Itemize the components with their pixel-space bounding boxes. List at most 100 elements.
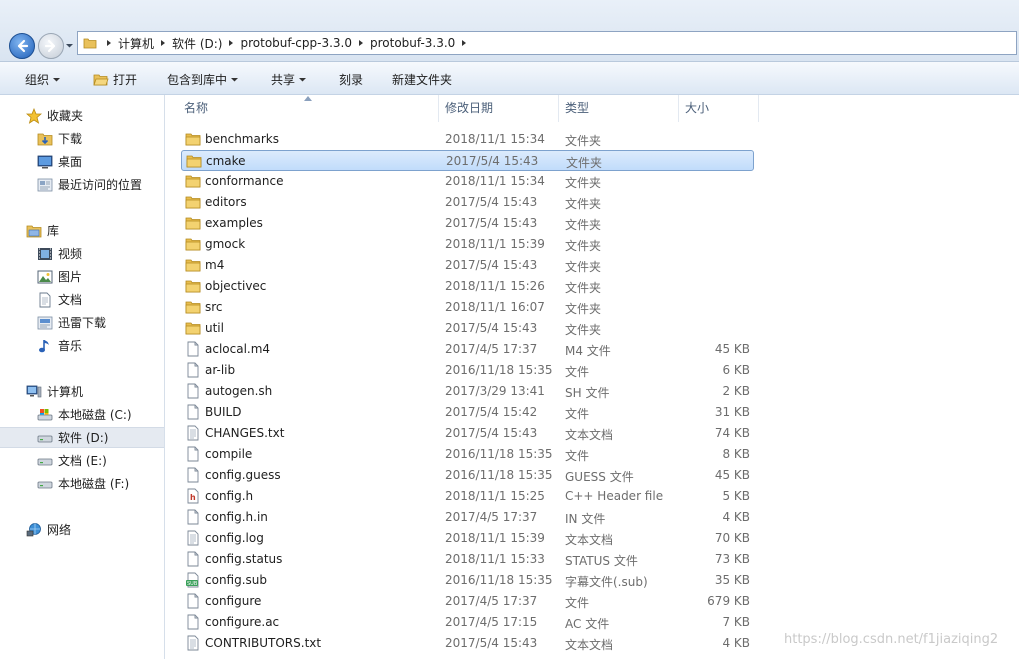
file-size: 35 KB <box>714 573 750 587</box>
breadcrumb-protobuf-cpp[interactable]: protobuf-cpp-3.3.0 <box>240 36 352 50</box>
address-field[interactable]: 计算机 软件 (D:) protobuf-cpp-3.3.0 protobuf-… <box>77 31 1017 55</box>
open-label: 打开 <box>113 73 138 87</box>
folder-row[interactable]: src 2018/11/1 16:07 文件夹 <box>181 297 754 318</box>
folder-icon <box>185 259 201 272</box>
command-bar: 组织 打开 包含到库中 共享 刻录 新建文件夹 <box>0 62 1019 95</box>
file-row[interactable]: config.h.in 2017/4/5 17:37 IN 文件 4 KB <box>181 507 754 528</box>
breadcrumb-protobuf[interactable]: protobuf-3.3.0 <box>370 36 455 50</box>
folder-row[interactable]: conformance 2018/11/1 15:34 文件夹 <box>181 171 754 192</box>
file-date: 2017/5/4 15:43 <box>445 258 538 272</box>
share-button[interactable]: 共享 <box>271 71 307 88</box>
folder-row[interactable]: examples 2017/5/4 15:43 文件夹 <box>181 213 754 234</box>
file-row[interactable]: CHANGES.txt 2017/5/4 15:43 文本文档 74 KB <box>181 423 754 444</box>
nav-computer[interactable]: 计算机 <box>0 381 190 402</box>
folder-row[interactable]: gmock 2018/11/1 15:39 文件夹 <box>181 234 754 255</box>
burn-button[interactable]: 刻录 <box>339 71 363 88</box>
file-row[interactable]: ar-lib 2016/11/18 15:35 文件 6 KB <box>181 360 754 381</box>
file-date: 2018/11/1 15:34 <box>445 132 545 146</box>
folder-icon <box>185 217 201 230</box>
file-type: 字幕文件(.sub) <box>565 575 648 589</box>
computer-icon <box>26 385 42 397</box>
file-list: 名称 修改日期 类型 大小 benchmarks 2018/11/1 15:34 文… <box>166 95 1019 659</box>
file-icon <box>187 383 199 399</box>
folder-row[interactable]: objectivec 2018/11/1 15:26 文件夹 <box>181 276 754 297</box>
drive-icon <box>37 458 53 465</box>
back-button[interactable] <box>9 33 35 59</box>
chevron-right-icon[interactable] <box>104 38 114 48</box>
open-button[interactable]: 打开 <box>93 71 137 88</box>
file-row[interactable]: aclocal.m4 2017/4/5 17:37 M4 文件 45 KB <box>181 339 754 360</box>
file-row[interactable]: config.status 2018/11/1 15:33 STATUS 文件 73 … <box>181 549 754 570</box>
share-label: 共享 <box>271 73 296 87</box>
folder-row[interactable]: benchmarks 2018/11/1 15:34 文件夹 <box>181 129 754 150</box>
folder-icon <box>83 38 97 49</box>
nav-drive-f-label: 本地磁盘 (F:) <box>58 477 130 491</box>
file-row[interactable]: compile 2016/11/18 15:35 文件 8 KB <box>181 444 754 465</box>
organize-button[interactable]: 组织 <box>25 71 61 88</box>
column-name[interactable]: 名称 <box>178 95 439 122</box>
thunder-download-icon <box>37 316 53 329</box>
folder-icon <box>185 133 201 146</box>
file-row[interactable]: configure.ac 2017/4/5 17:15 AC 文件 7 KB <box>181 612 754 633</box>
chevron-right-icon[interactable] <box>356 38 366 48</box>
folder-row[interactable]: util 2017/5/4 15:43 文件夹 <box>181 318 754 339</box>
nav-thunder-label: 迅雷下载 <box>58 316 107 330</box>
nav-favorites[interactable]: 收藏夹 <box>0 105 190 126</box>
file-row[interactable]: config.log 2018/11/1 15:39 文本文档 70 KB <box>181 528 754 549</box>
nav-desktop-label: 桌面 <box>58 155 83 169</box>
file-name: config.status <box>205 552 283 566</box>
chevron-right-icon[interactable] <box>459 38 469 48</box>
file-row[interactable]: autogen.sh 2017/3/29 13:41 SH 文件 2 KB <box>181 381 754 402</box>
folder-icon <box>185 238 201 251</box>
file-type: 文件夹 <box>565 260 602 274</box>
column-date-modified[interactable]: 修改日期 <box>439 95 559 122</box>
file-date: 2018/11/1 16:07 <box>445 300 545 314</box>
column-size[interactable]: 大小 <box>679 95 759 122</box>
folder-row[interactable]: editors 2017/5/4 15:43 文件夹 <box>181 192 754 213</box>
file-name: objectivec <box>205 279 267 293</box>
nav-drive-c-label: 本地磁盘 (C:) <box>58 408 132 422</box>
nav-music-label: 音乐 <box>58 339 83 353</box>
include-in-library-button[interactable]: 包含到库中 <box>167 71 239 88</box>
nav-libraries[interactable]: 库 <box>0 220 190 241</box>
chevron-right-icon[interactable] <box>226 38 236 48</box>
file-size: 70 KB <box>714 531 750 545</box>
file-name: editors <box>205 195 247 209</box>
file-date: 2017/4/5 17:37 <box>445 510 538 524</box>
library-icon <box>26 225 42 237</box>
file-size: 8 KB <box>722 447 750 461</box>
forward-button[interactable] <box>38 33 64 59</box>
nav-drive-d-label: 软件 (D:) <box>58 431 109 445</box>
file-row[interactable]: h config.h 2018/11/1 15:25 C++ Header file 5… <box>181 486 754 507</box>
file-size: 7 KB <box>722 615 750 629</box>
folder-row[interactable]: m4 2017/5/4 15:43 文件夹 <box>181 255 754 276</box>
arrow-left-icon <box>17 39 29 53</box>
file-type: AC 文件 <box>565 617 610 631</box>
file-type: C++ Header file <box>565 489 664 503</box>
file-row[interactable]: config.guess 2016/11/18 15:35 GUESS 文件 45 K… <box>181 465 754 486</box>
nav-network[interactable]: 网络 <box>0 519 190 540</box>
nav-drive-e-label: 文档 (E:) <box>58 454 107 468</box>
file-row[interactable]: SUB config.sub 2016/11/18 15:35 字幕文件(.sub) 3… <box>181 570 754 591</box>
nav-favorites-label: 收藏夹 <box>47 109 84 123</box>
file-row[interactable]: BUILD 2017/5/4 15:42 文件 31 KB <box>181 402 754 423</box>
breadcrumb-computer[interactable]: 计算机 <box>118 35 154 52</box>
file-row[interactable]: configure 2017/4/5 17:37 文件 679 KB <box>181 591 754 612</box>
file-icon <box>187 341 199 357</box>
file-date: 2018/11/1 15:39 <box>445 237 545 251</box>
file-name: src <box>205 300 223 314</box>
chevron-right-icon[interactable] <box>158 38 168 48</box>
file-name: m4 <box>205 258 225 272</box>
star-icon <box>26 107 42 124</box>
recent-pages-dropdown[interactable] <box>65 41 74 50</box>
watermark: https://blog.csdn.net/f1jiaziqing2 <box>784 632 999 647</box>
file-row[interactable]: CONTRIBUTORS.txt 2017/5/4 15:43 文本文档 4 KB <box>181 633 754 654</box>
file-date: 2018/11/1 15:34 <box>445 174 545 188</box>
breadcrumb-drive-d[interactable]: 软件 (D:) <box>172 35 222 52</box>
file-date: 2018/11/1 15:39 <box>445 531 545 545</box>
column-type[interactable]: 类型 <box>559 95 679 122</box>
nav-drive-d[interactable]: 软件 (D:) <box>0 427 164 448</box>
file-date: 2016/11/18 15:35 <box>445 468 553 482</box>
new-folder-button[interactable]: 新建文件夹 <box>392 71 452 88</box>
folder-row[interactable]: cmake 2017/5/4 15:43 文件夹 <box>181 150 754 171</box>
